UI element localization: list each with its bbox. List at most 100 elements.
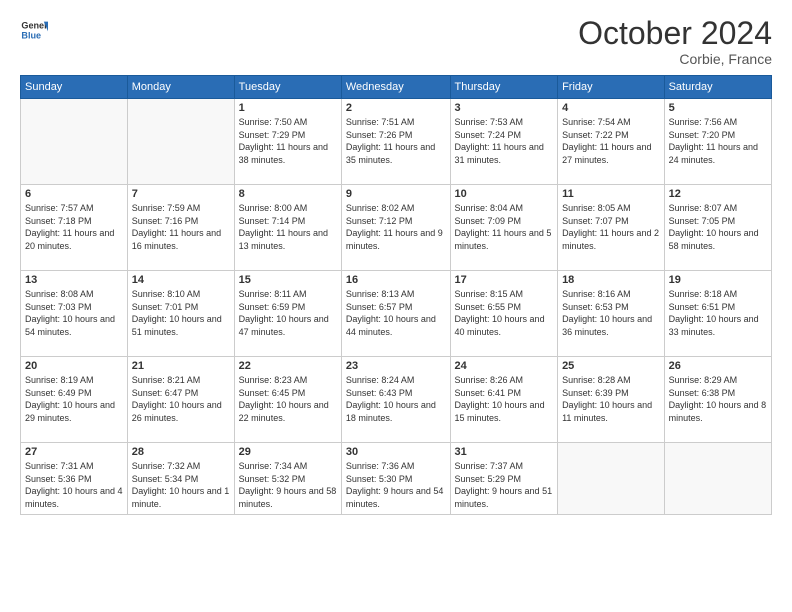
- day-cell: 18Sunrise: 8:16 AM Sunset: 6:53 PM Dayli…: [558, 271, 665, 357]
- day-cell: 7 Sunrise: 7:59 AM Sunset: 7:16 PM Daylig…: [127, 185, 234, 271]
- day-number: 12: [669, 188, 767, 200]
- day-cell: 6 Sunrise: 7:57 AM Sunset: 7:18 PM Daylig…: [21, 185, 128, 271]
- week-row-3: 20 Sunrise: 8:19 AM Sunset: 6:49 PM Dayli…: [21, 357, 772, 443]
- week-row-1: 6 Sunrise: 7:57 AM Sunset: 7:18 PM Daylig…: [21, 185, 772, 271]
- day-info: Sunrise: 7:57 AM Sunset: 7:18 PM Dayligh…: [25, 202, 123, 252]
- day-cell: 26 Sunrise: 8:29 AM Sunset: 6:38 PM Dayli…: [664, 357, 771, 443]
- day-cell: 8Sunrise: 8:00 AM Sunset: 7:14 PM Daylig…: [234, 185, 341, 271]
- day-info: Sunrise: 8:04 AM Sunset: 7:09 PM Dayligh…: [455, 202, 554, 252]
- day-number: 17: [455, 274, 554, 286]
- day-number: 11: [562, 188, 660, 200]
- day-info: Sunrise: 7:54 AM Sunset: 7:22 PM Dayligh…: [562, 116, 660, 166]
- svg-text:Blue: Blue: [21, 30, 41, 40]
- day-cell: 17 Sunrise: 8:15 AM Sunset: 6:55 PM Dayli…: [450, 271, 558, 357]
- day-info: Sunrise: 7:59 AM Sunset: 7:16 PM Dayligh…: [132, 202, 230, 252]
- day-cell: 27 Sunrise: 7:31 AM Sunset: 5:36 PM Dayli…: [21, 443, 128, 515]
- day-info: Sunrise: 8:05 AM Sunset: 7:07 PM Dayligh…: [562, 202, 660, 252]
- day-info: Sunrise: 7:36 AM Sunset: 5:30 PM Dayligh…: [346, 460, 446, 510]
- day-info: Sunrise: 7:50 AM Sunset: 7:29 PM Dayligh…: [239, 116, 337, 166]
- week-row-2: 13 Sunrise: 8:08 AM Sunset: 7:03 PM Dayli…: [21, 271, 772, 357]
- logo: General Blue: [20, 16, 48, 44]
- day-number: 25: [562, 360, 660, 372]
- day-info: Sunrise: 7:34 AM Sunset: 5:32 PM Dayligh…: [239, 460, 337, 510]
- day-cell: 29Sunrise: 7:34 AM Sunset: 5:32 PM Dayli…: [234, 443, 341, 515]
- day-info: Sunrise: 8:29 AM Sunset: 6:38 PM Dayligh…: [669, 374, 767, 424]
- col-header-tuesday: Tuesday: [234, 76, 341, 99]
- day-number: 21: [132, 360, 230, 372]
- day-number: 4: [562, 102, 660, 114]
- day-info: Sunrise: 8:26 AM Sunset: 6:41 PM Dayligh…: [455, 374, 554, 424]
- header: General Blue October 2024 Corbie, France: [20, 16, 772, 67]
- day-info: Sunrise: 7:37 AM Sunset: 5:29 PM Dayligh…: [455, 460, 554, 510]
- day-info: Sunrise: 8:15 AM Sunset: 6:55 PM Dayligh…: [455, 288, 554, 338]
- day-number: 8: [239, 188, 337, 200]
- day-info: Sunrise: 7:32 AM Sunset: 5:34 PM Dayligh…: [132, 460, 230, 510]
- day-cell: 1 Sunrise: 7:50 AM Sunset: 7:29 PM Daylig…: [234, 99, 341, 185]
- day-info: Sunrise: 7:31 AM Sunset: 5:36 PM Dayligh…: [25, 460, 123, 510]
- day-cell: 30Sunrise: 7:36 AM Sunset: 5:30 PM Dayli…: [341, 443, 450, 515]
- col-header-sunday: Sunday: [21, 76, 128, 99]
- day-cell: 16Sunrise: 8:13 AM Sunset: 6:57 PM Dayli…: [341, 271, 450, 357]
- day-cell: 10 Sunrise: 8:04 AM Sunset: 7:09 PM Dayli…: [450, 185, 558, 271]
- subtitle: Corbie, France: [578, 51, 772, 67]
- day-info: Sunrise: 8:07 AM Sunset: 7:05 PM Dayligh…: [669, 202, 767, 252]
- day-info: Sunrise: 7:56 AM Sunset: 7:20 PM Dayligh…: [669, 116, 767, 166]
- day-number: 3: [455, 102, 554, 114]
- day-info: Sunrise: 8:10 AM Sunset: 7:01 PM Dayligh…: [132, 288, 230, 338]
- day-cell: 21Sunrise: 8:21 AM Sunset: 6:47 PM Dayli…: [127, 357, 234, 443]
- day-cell: 4 Sunrise: 7:54 AM Sunset: 7:22 PM Daylig…: [558, 99, 665, 185]
- day-cell: 12 Sunrise: 8:07 AM Sunset: 7:05 PM Dayli…: [664, 185, 771, 271]
- header-row: SundayMondayTuesdayWednesdayThursdayFrid…: [21, 76, 772, 99]
- col-header-thursday: Thursday: [450, 76, 558, 99]
- day-info: Sunrise: 8:11 AM Sunset: 6:59 PM Dayligh…: [239, 288, 337, 338]
- day-cell: 28Sunrise: 7:32 AM Sunset: 5:34 PM Dayli…: [127, 443, 234, 515]
- day-number: 24: [455, 360, 554, 372]
- day-number: 2: [346, 102, 446, 114]
- day-number: 6: [25, 188, 123, 200]
- svg-text:General: General: [21, 21, 48, 31]
- col-header-friday: Friday: [558, 76, 665, 99]
- day-info: Sunrise: 8:23 AM Sunset: 6:45 PM Dayligh…: [239, 374, 337, 424]
- logo-icon: General Blue: [20, 16, 48, 44]
- day-cell: 22 Sunrise: 8:23 AM Sunset: 6:45 PM Dayli…: [234, 357, 341, 443]
- day-number: 27: [25, 446, 123, 458]
- day-cell: 20 Sunrise: 8:19 AM Sunset: 6:49 PM Dayli…: [21, 357, 128, 443]
- day-number: 31: [455, 446, 554, 458]
- day-info: Sunrise: 8:18 AM Sunset: 6:51 PM Dayligh…: [669, 288, 767, 338]
- day-number: 10: [455, 188, 554, 200]
- day-cell: [127, 99, 234, 185]
- day-number: 22: [239, 360, 337, 372]
- day-info: Sunrise: 8:19 AM Sunset: 6:49 PM Dayligh…: [25, 374, 123, 424]
- day-info: Sunrise: 8:24 AM Sunset: 6:43 PM Dayligh…: [346, 374, 446, 424]
- day-info: Sunrise: 7:53 AM Sunset: 7:24 PM Dayligh…: [455, 116, 554, 166]
- day-cell: [664, 443, 771, 515]
- day-number: 16: [346, 274, 446, 286]
- day-number: 13: [25, 274, 123, 286]
- day-number: 14: [132, 274, 230, 286]
- col-header-monday: Monday: [127, 76, 234, 99]
- day-cell: 3 Sunrise: 7:53 AM Sunset: 7:24 PM Daylig…: [450, 99, 558, 185]
- day-info: Sunrise: 7:51 AM Sunset: 7:26 PM Dayligh…: [346, 116, 446, 166]
- day-cell: 2 Sunrise: 7:51 AM Sunset: 7:26 PM Daylig…: [341, 99, 450, 185]
- day-cell: 19Sunrise: 8:18 AM Sunset: 6:51 PM Dayli…: [664, 271, 771, 357]
- day-cell: 25 Sunrise: 8:28 AM Sunset: 6:39 PM Dayli…: [558, 357, 665, 443]
- day-number: 5: [669, 102, 767, 114]
- col-header-saturday: Saturday: [664, 76, 771, 99]
- day-cell: 14 Sunrise: 8:10 AM Sunset: 7:01 PM Dayli…: [127, 271, 234, 357]
- day-info: Sunrise: 8:28 AM Sunset: 6:39 PM Dayligh…: [562, 374, 660, 424]
- day-cell: 24 Sunrise: 8:26 AM Sunset: 6:41 PM Dayli…: [450, 357, 558, 443]
- day-cell: 15 Sunrise: 8:11 AM Sunset: 6:59 PM Dayli…: [234, 271, 341, 357]
- day-number: 1: [239, 102, 337, 114]
- title-block: October 2024 Corbie, France: [578, 16, 772, 67]
- page: General Blue October 2024 Corbie, France…: [0, 0, 792, 612]
- week-row-0: 1 Sunrise: 7:50 AM Sunset: 7:29 PM Daylig…: [21, 99, 772, 185]
- day-cell: 11 Sunrise: 8:05 AM Sunset: 7:07 PM Dayli…: [558, 185, 665, 271]
- day-number: 20: [25, 360, 123, 372]
- day-number: 15: [239, 274, 337, 286]
- day-cell: [558, 443, 665, 515]
- day-number: 26: [669, 360, 767, 372]
- day-number: 18: [562, 274, 660, 286]
- day-cell: 9Sunrise: 8:02 AM Sunset: 7:12 PM Daylig…: [341, 185, 450, 271]
- day-number: 7: [132, 188, 230, 200]
- day-info: Sunrise: 8:08 AM Sunset: 7:03 PM Dayligh…: [25, 288, 123, 338]
